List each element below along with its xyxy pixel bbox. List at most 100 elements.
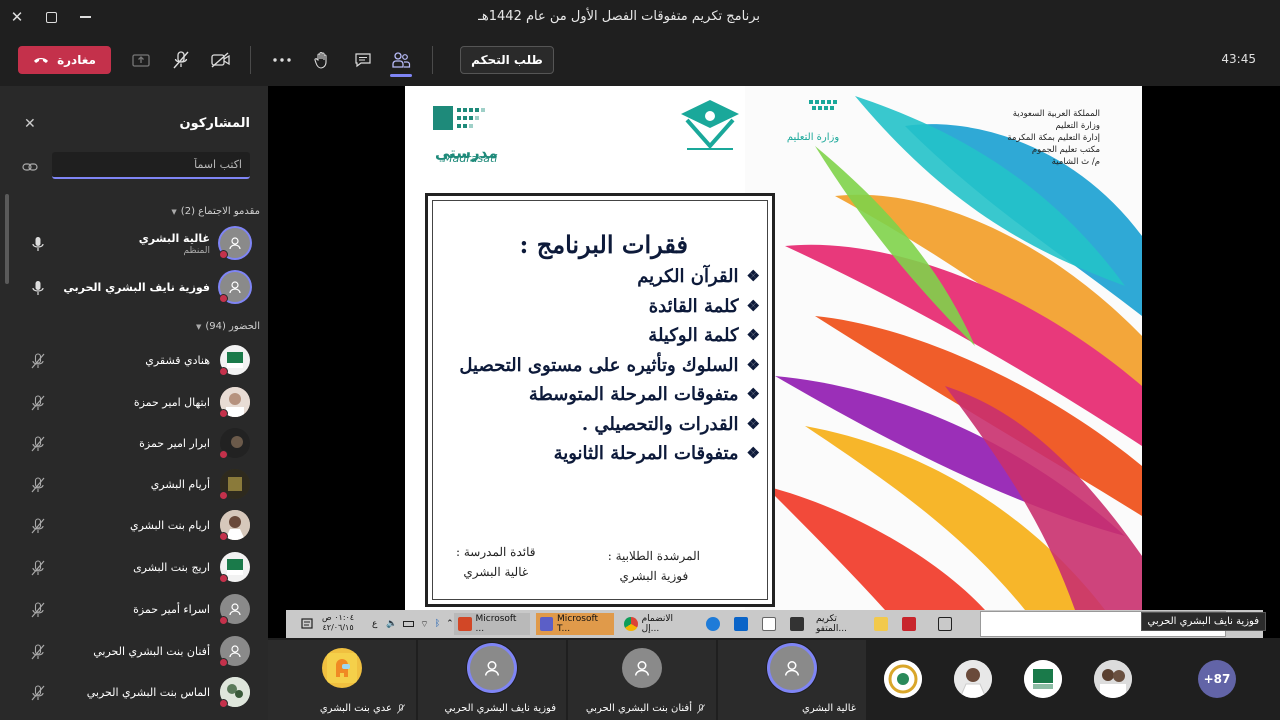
participant-name: اسراء أمير حمزة: [133, 603, 210, 616]
participant-thumbnail[interactable]: [1094, 660, 1132, 698]
attendee-row[interactable]: ابتهال امير حمزة: [0, 383, 268, 423]
attendee-row[interactable]: أريام البشري: [0, 465, 268, 505]
hang-up-icon: [34, 58, 49, 63]
mic-off-icon: [31, 395, 45, 411]
share-invite-icon[interactable]: [22, 158, 38, 177]
participant-name: غالية البشري: [138, 232, 210, 245]
presenter-row[interactable]: غالية البشري المنظم: [0, 224, 268, 264]
program-item-text: كلمة الوكيلة: [648, 325, 739, 346]
avatar: [322, 648, 362, 688]
close-window-icon[interactable]: ✕: [0, 0, 34, 34]
program-item: ❖ السلوك وتأثيره على مستوى التحصيل: [459, 351, 760, 381]
taskbar-app-powerpoint: Microsoft ...: [454, 613, 530, 635]
participant-name: الماس بنت البشري الحربي: [86, 686, 210, 699]
chat-icon[interactable]: [350, 47, 376, 73]
shared-taskbar: ٠١:٠٤ ص ٤٢/٠٦/١٥ ع 🔈 ⌔ ᛒ ⌃ Microsoft ...…: [286, 610, 1263, 638]
attendees-header-label: الحضور (94): [205, 321, 260, 332]
principal-signature: قائدة المدرسة : غالية البشري: [456, 542, 536, 582]
share-icon[interactable]: [128, 47, 154, 73]
attendee-row[interactable]: اريام بنت البشري: [0, 506, 268, 546]
presenters-header-label: مقدمو الاجتماع (2): [180, 206, 260, 217]
signature-name: غالية البشري: [463, 565, 529, 579]
request-control-button[interactable]: طلب التحكم: [460, 46, 554, 74]
notification-icon: [296, 613, 318, 635]
taskbar-time: ٠١:٠٤ ص: [322, 613, 355, 622]
taskbar-date: ٤٢/٠٦/١٥: [322, 623, 354, 632]
participant-tile[interactable]: فوزية نايف البشري الحربي: [418, 640, 566, 720]
header-line: إدارة التعليم بمكة المكرمة: [1007, 133, 1100, 143]
battery-icon: [403, 621, 415, 627]
leave-button[interactable]: مغادرة: [18, 46, 111, 74]
system-tray: 🔈 ⌔ ᛒ ⌃: [382, 613, 458, 635]
bullet-icon: ❖: [746, 444, 760, 462]
participant-role: المنظم: [183, 246, 210, 256]
camera-off-icon[interactable]: [208, 47, 234, 73]
participant-tile[interactable]: عدي بنت البشري: [268, 640, 416, 720]
attendee-row[interactable]: أفنان بنت البشري الحربي: [0, 632, 268, 672]
wifi-icon: ⌔: [420, 619, 429, 630]
taskbar-app-label: تكريم المتفو...: [816, 614, 847, 634]
school-logo-icon: [227, 352, 243, 368]
taskbar-clock: ٠١:٠٤ ص ٤٢/٠٦/١٥: [318, 613, 358, 635]
raise-hand-icon[interactable]: [309, 47, 335, 73]
program-item: ❖ القرآن الكريم: [459, 262, 760, 292]
chrome-icon: [624, 617, 638, 631]
status-dot: [219, 574, 228, 583]
status-dot: [219, 450, 228, 459]
participants-icon[interactable]: [388, 47, 414, 73]
participant-search-box[interactable]: [52, 152, 250, 179]
minimize-window-icon[interactable]: [68, 0, 102, 34]
attendee-row[interactable]: هنادي قشقري: [0, 341, 268, 381]
presenters-section-header[interactable]: مقدمو الاجتماع (2) ▼: [171, 206, 260, 217]
panel-title: المشاركون: [179, 116, 250, 131]
status-dot: [219, 491, 228, 500]
bullet-icon: ❖: [746, 355, 760, 374]
participant-name: أريام البشري: [150, 478, 210, 491]
participant-thumbnail[interactable]: [1024, 660, 1062, 698]
collapse-caret-icon: ▼: [171, 207, 177, 216]
photo-avatar-icon: [1094, 660, 1132, 698]
status-dot: [219, 250, 228, 259]
mic-off-icon[interactable]: [168, 47, 194, 73]
toolbar-divider: [432, 46, 433, 74]
attendee-row[interactable]: الماس بنت البشري الحربي: [0, 673, 268, 713]
program-item: ❖ كلمة الوكيلة: [459, 321, 760, 351]
attendee-row[interactable]: ابرار امير حمزة: [0, 424, 268, 464]
photo-avatar-icon: [954, 660, 992, 698]
call-timer: 43:45: [1221, 52, 1256, 66]
school-emblem-logo: [673, 96, 747, 160]
mic-off-icon: [31, 353, 45, 369]
program-list: ❖ القرآن الكريم ❖ كلمة القائدة ❖ كلمة الوكي…: [459, 262, 760, 469]
participant-name: فوزية نايف البشري الحربي: [63, 281, 210, 294]
participant-tile[interactable]: أفنان بنت البشري الحربي: [568, 640, 716, 720]
participant-thumbnail[interactable]: [884, 660, 922, 698]
mic-off-icon: [396, 703, 406, 714]
taskbar-app-label: Microsoft T...: [557, 614, 599, 634]
participant-name: اريج بنت البشرى: [133, 561, 210, 574]
program-item-text: السلوك وتأثيره على مستوى التحصيل: [459, 354, 739, 376]
school-logo-icon: [1024, 660, 1062, 698]
person-icon: [229, 603, 241, 616]
attendee-row[interactable]: اسراء أمير حمزة: [0, 590, 268, 630]
participant-tile-name: عدي بنت البشري: [320, 703, 406, 714]
signature-name: فوزية البشري: [619, 569, 689, 583]
participants-panel: المشاركون ✕ مقدمو الاجتماع (2) ▼ غالية ا…: [0, 86, 268, 720]
attendee-row[interactable]: اريج بنت البشرى: [0, 548, 268, 588]
more-participants-button[interactable]: +87: [1198, 660, 1236, 698]
bullet-icon: ❖: [746, 326, 760, 344]
close-panel-icon[interactable]: ✕: [24, 116, 36, 132]
bullet-icon: ❖: [746, 296, 760, 315]
presenter-row[interactable]: فوزية نايف البشري الحربي: [0, 268, 268, 308]
madrasati-english-text: Madrasati: [443, 152, 498, 165]
attendees-section-header[interactable]: الحضور (94) ▼: [196, 321, 260, 332]
program-item-text: متفوقات المرحلة الثانوية: [553, 443, 739, 464]
presenter-name-tooltip: فوزية نايف البشري الحربي: [1140, 612, 1266, 631]
restore-window-icon[interactable]: [34, 0, 68, 34]
bullet-icon: ❖: [746, 267, 760, 285]
more-options-icon[interactable]: [269, 47, 295, 73]
person-icon: [229, 281, 241, 294]
participant-name: ابرار امير حمزة: [139, 437, 210, 450]
participant-thumbnail[interactable]: [954, 660, 992, 698]
participant-tile[interactable]: غالية البشري: [718, 640, 866, 720]
participant-search-input[interactable]: [52, 152, 250, 177]
